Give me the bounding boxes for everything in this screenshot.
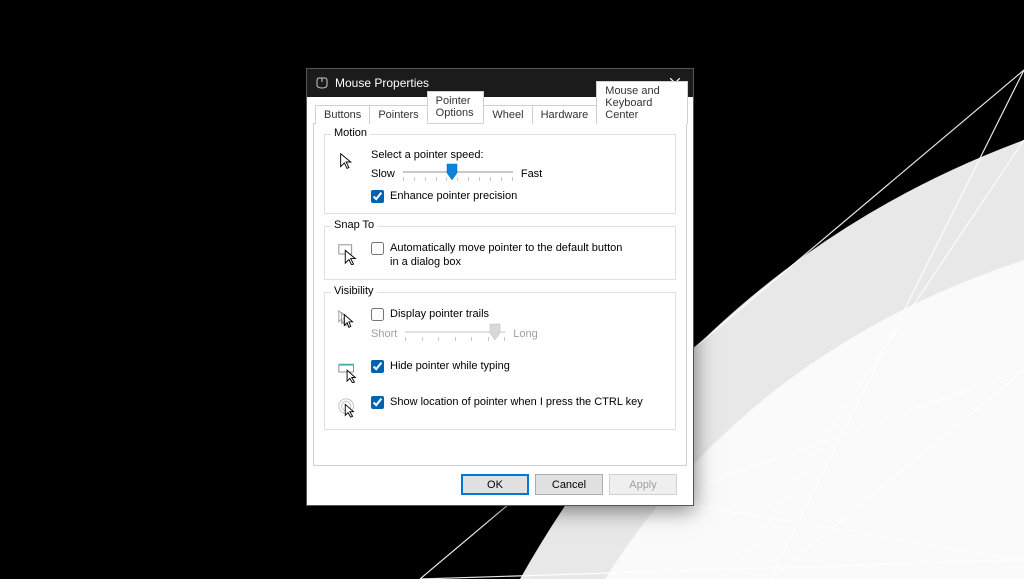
ok-button[interactable]: OK	[461, 474, 529, 495]
slow-label: Slow	[371, 168, 395, 180]
group-snap-to-label: Snap To	[331, 219, 377, 231]
long-label: Long	[513, 328, 537, 340]
group-visibility: Visibility	[324, 292, 676, 430]
auto-move-checkbox[interactable]: Automatically move pointer to the defaul…	[371, 241, 665, 269]
tab-pointers[interactable]: Pointers	[369, 105, 427, 124]
group-motion: Motion Select a pointer speed: Slow	[324, 134, 676, 214]
snap-to-icon	[337, 243, 359, 265]
tab-page-pointer-options: Motion Select a pointer speed: Slow	[313, 123, 687, 466]
fast-label: Fast	[521, 168, 542, 180]
group-motion-label: Motion	[331, 127, 370, 139]
apply-button: Apply	[609, 474, 677, 495]
tab-hardware[interactable]: Hardware	[532, 105, 598, 124]
trails-slider-row: Short Long	[371, 325, 665, 343]
hide-typing-icon	[337, 361, 359, 383]
cursor-speed-icon	[337, 151, 359, 173]
hide-while-typing-checkbox[interactable]: Hide pointer while typing	[371, 359, 510, 373]
tab-wheel[interactable]: Wheel	[483, 105, 532, 124]
dialog-buttons: OK Cancel Apply	[313, 466, 687, 505]
display-trails-checkbox[interactable]: Display pointer trails	[371, 307, 665, 321]
cancel-button[interactable]: Cancel	[535, 474, 603, 495]
show-ctrl-location-checkbox[interactable]: Show location of pointer when I press th…	[371, 395, 643, 409]
tab-pointer-options[interactable]: Pointer Options	[427, 91, 485, 123]
select-speed-label: Select a pointer speed:	[371, 149, 665, 161]
enhance-precision-checkbox[interactable]: Enhance pointer precision	[371, 189, 665, 203]
ctrl-locate-icon	[337, 397, 359, 419]
group-visibility-label: Visibility	[331, 285, 377, 297]
tab-strip: Buttons Pointers Pointer Options Wheel H…	[313, 101, 687, 123]
mouse-icon	[315, 76, 329, 90]
tab-buttons[interactable]: Buttons	[315, 105, 370, 124]
group-snap-to: Snap To Automatically move pointer to th…	[324, 226, 676, 280]
trails-length-slider	[405, 325, 505, 343]
mouse-properties-dialog: Mouse Properties Buttons Pointers Pointe…	[306, 68, 694, 506]
tab-mouse-keyboard-center[interactable]: Mouse and Keyboard Center	[596, 81, 688, 124]
short-label: Short	[371, 328, 397, 340]
trails-icon	[337, 309, 359, 331]
pointer-speed-slider[interactable]	[403, 165, 513, 183]
